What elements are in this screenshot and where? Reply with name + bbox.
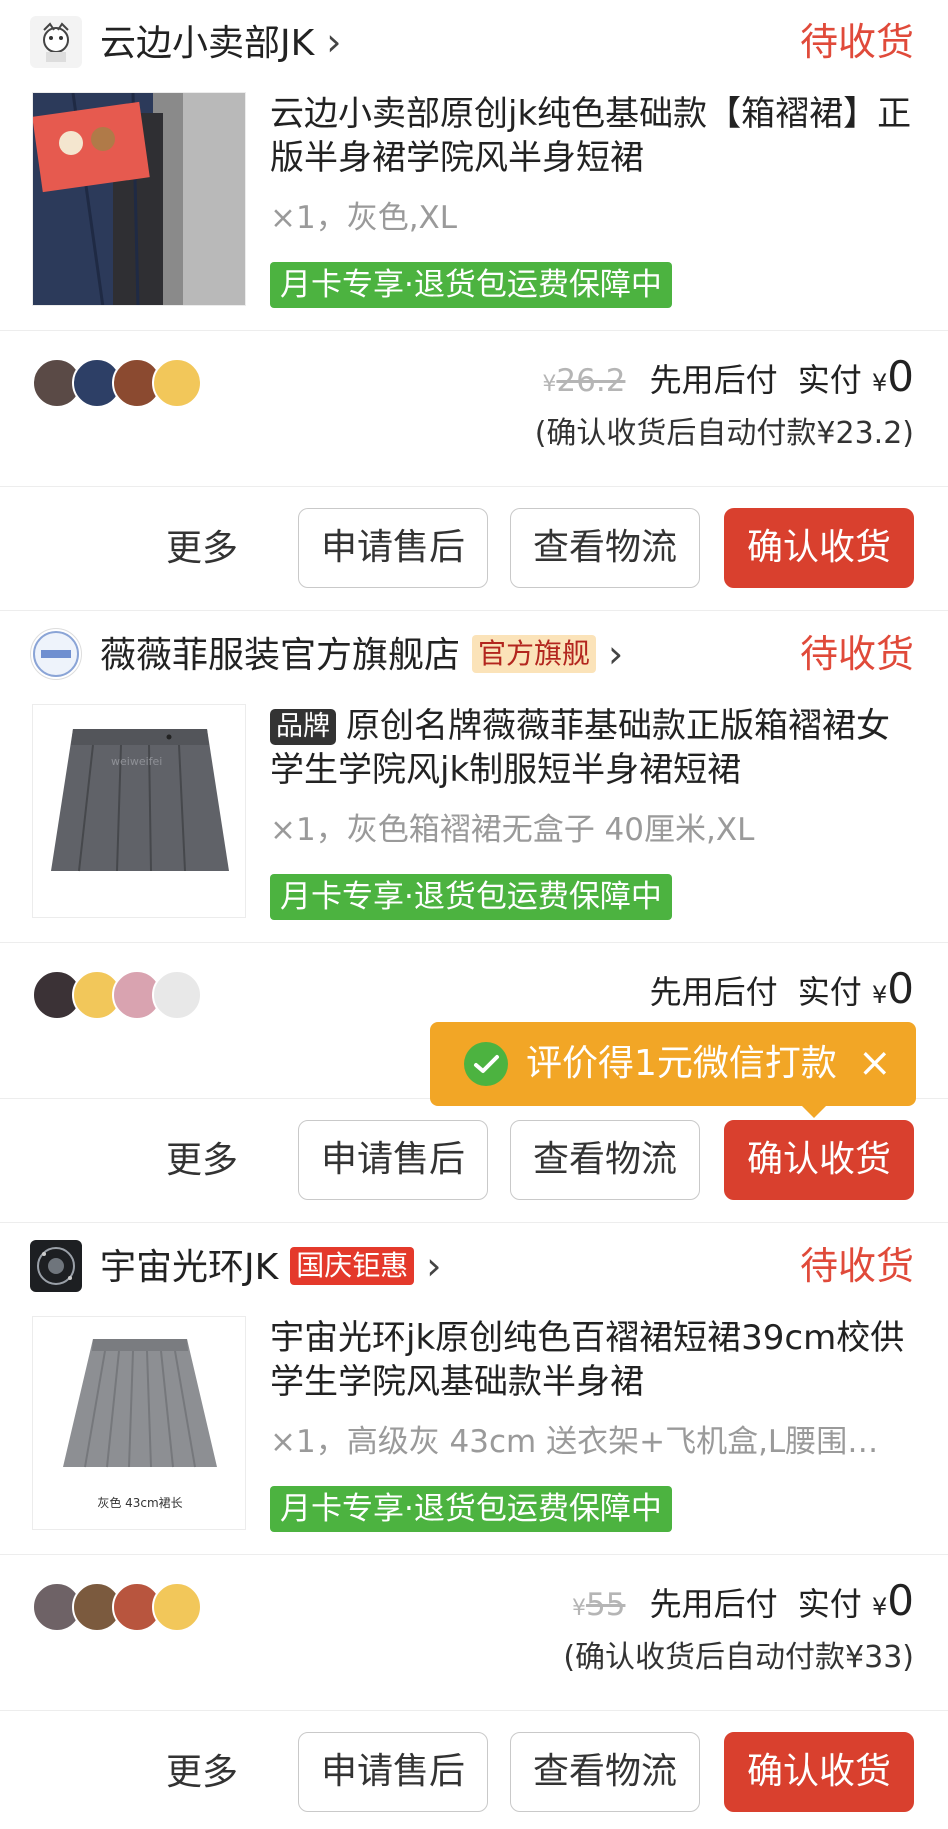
auto-pay-note: (确认收货后自动付款¥23.2) [534, 416, 914, 451]
paid-label: 实付 [797, 1585, 862, 1623]
more-button[interactable]: 更多 [166, 1746, 238, 1800]
order-card: 云边小卖部JK › 待收货 云边小卖部原创jk纯色基础款【箱褶裙】正版半身裙学院风… [0, 0, 948, 610]
shop-name[interactable]: 云边小卖部JK › [100, 18, 341, 68]
paid-label: 实付 [797, 361, 862, 399]
price-line: 先用后付 实付 ¥0 [650, 964, 914, 1020]
order-actions: 更多 申请售后 查看物流 确认收货 [0, 1732, 948, 1814]
pay-later-label: 先用后付 [649, 1585, 778, 1623]
service-tag: 月卡专享·退货包运费保障中 [270, 874, 672, 920]
chevron-right-icon: › [426, 1244, 442, 1288]
shop-logo [30, 16, 82, 68]
product-spec: ×1，灰色,XL [270, 200, 458, 236]
order-status: 待收货 [799, 1244, 914, 1288]
product-image[interactable]: 灰色 43cm裙长 [32, 1316, 246, 1530]
divider [0, 942, 948, 943]
confirm-receipt-button[interactable]: 确认收货 [724, 1120, 914, 1200]
avatar [152, 358, 202, 408]
confirm-receipt-button[interactable]: 确认收货 [724, 508, 914, 588]
confirm-receipt-button[interactable]: 确认收货 [724, 1732, 914, 1812]
after-sale-button[interactable]: 申请售后 [298, 1120, 488, 1200]
shop-logo [30, 1240, 82, 1292]
order-actions: 更多 申请售后 查看物流 确认收货 [0, 1120, 948, 1202]
order-status: 待收货 [799, 20, 914, 64]
price-line: ¥55 先用后付 实付 ¥0 [572, 1576, 914, 1634]
after-sale-button[interactable]: 申请售后 [298, 508, 488, 588]
divider [0, 610, 948, 611]
shop-header[interactable]: 宇宙光环JK 国庆钜惠 › 待收货 [0, 1224, 948, 1304]
original-price-currency: ¥ [571, 1596, 586, 1621]
product-title-text: 宇宙光环jk原创纯色百褶裙短裙39cm校供学生学院风基础款半身裙 [270, 1318, 905, 1402]
paid-currency: ¥ [871, 981, 888, 1009]
more-button[interactable]: 更多 [166, 522, 238, 576]
tooltip-arrow [802, 1106, 826, 1118]
shop-name[interactable]: 薇薇菲服装官方旗舰店 官方旗舰 › [100, 630, 623, 680]
view-logistics-button[interactable]: 查看物流 [510, 1120, 700, 1200]
shop-header[interactable]: 云边小卖部JK › 待收货 [0, 0, 948, 80]
paid-currency: ¥ [871, 369, 888, 397]
original-price-currency: ¥ [542, 372, 557, 397]
chevron-right-icon: › [326, 20, 342, 64]
order-status: 待收货 [799, 632, 914, 676]
order-card: 薇薇菲服装官方旗舰店 官方旗舰 › 待收货 weiweifei 品牌 原创名牌薇薇菲基… [0, 610, 948, 1222]
product-image[interactable] [32, 92, 246, 306]
official-flagship-badge: 官方旗舰 [472, 635, 597, 673]
shop-logo [30, 628, 82, 680]
image-watermark: weiweifei [111, 755, 162, 768]
pay-later-label: 先用后付 [649, 361, 778, 399]
product-spec: ×1，灰色箱褶裙无盒子 40厘米,XL [270, 812, 755, 848]
shop-header[interactable]: 薇薇菲服装官方旗舰店 官方旗舰 › 待收货 [0, 612, 948, 692]
product-image[interactable]: weiweifei [32, 704, 246, 918]
shop-name[interactable]: 宇宙光环JK 国庆钜惠 › [100, 1242, 441, 1292]
avatar [152, 1582, 202, 1632]
paid-amount: 0 [887, 352, 914, 401]
close-icon[interactable]: × [858, 1036, 892, 1090]
chevron-right-icon: › [608, 632, 624, 676]
review-reward-tooltip[interactable]: 评价得1元微信打款 × [430, 1022, 916, 1118]
divider [0, 1222, 948, 1223]
divider [0, 1710, 948, 1711]
shop-name-text: 云边小卖部JK [100, 23, 315, 64]
auto-pay-note: (确认收货后自动付款¥33) [563, 1640, 914, 1675]
more-button[interactable]: 更多 [166, 1134, 238, 1188]
after-sale-button[interactable]: 申请售后 [298, 1732, 488, 1812]
service-tag: 月卡专享·退货包运费保障中 [270, 262, 672, 308]
product-title[interactable]: 品牌 原创名牌薇薇菲基础款正版箱褶裙女学生学院风jk制服短半身裙短裙 [270, 704, 920, 792]
wechat-pay-check-icon [464, 1042, 508, 1086]
divider [0, 330, 948, 331]
paid-currency: ¥ [871, 1593, 888, 1621]
paid-amount: 0 [887, 964, 914, 1013]
tooltip-text: 评价得1元微信打款 [526, 1043, 837, 1084]
shop-name-text: 宇宙光环JK [100, 1247, 279, 1288]
paid-label: 实付 [797, 973, 862, 1011]
price-line: ¥26.2 先用后付 实付 ¥0 [542, 352, 914, 410]
paid-amount: 0 [887, 1576, 914, 1625]
divider [0, 486, 948, 487]
brand-tag: 品牌 [270, 709, 336, 745]
divider [0, 1554, 948, 1555]
order-actions: 更多 申请售后 查看物流 确认收货 [0, 508, 948, 590]
service-tag: 月卡专享·退货包运费保障中 [270, 1486, 672, 1532]
view-logistics-button[interactable]: 查看物流 [510, 508, 700, 588]
original-price: 55 [585, 1587, 626, 1623]
promo-badge: 国庆钜惠 [290, 1247, 415, 1285]
avatar [152, 970, 202, 1020]
product-title[interactable]: 宇宙光环jk原创纯色百褶裙短裙39cm校供学生学院风基础款半身裙 [270, 1316, 920, 1404]
product-title[interactable]: 云边小卖部原创jk纯色基础款【箱褶裙】正版半身裙学院风半身短裙 [270, 92, 920, 180]
pay-later-label: 先用后付 [649, 973, 778, 1011]
original-price: 26.2 [556, 363, 626, 399]
view-logistics-button[interactable]: 查看物流 [510, 1732, 700, 1812]
image-caption: 灰色 43cm裙长 [97, 1496, 182, 1510]
order-card: 宇宙光环JK 国庆钜惠 › 待收货 灰色 43cm裙长 宇宙光环jk原创纯色百褶裙短… [0, 1222, 948, 1829]
product-title-text: 原创名牌薇薇菲基础款正版箱褶裙女学生学院风jk制服短半身裙短裙 [270, 706, 890, 790]
shop-name-text: 薇薇菲服装官方旗舰店 [100, 635, 461, 676]
product-spec: ×1，高级灰 43cm 送衣架+飞机盒,L腰围… [270, 1424, 879, 1460]
product-title-text: 云边小卖部原创jk纯色基础款【箱褶裙】正版半身裙学院风半身短裙 [270, 94, 912, 178]
